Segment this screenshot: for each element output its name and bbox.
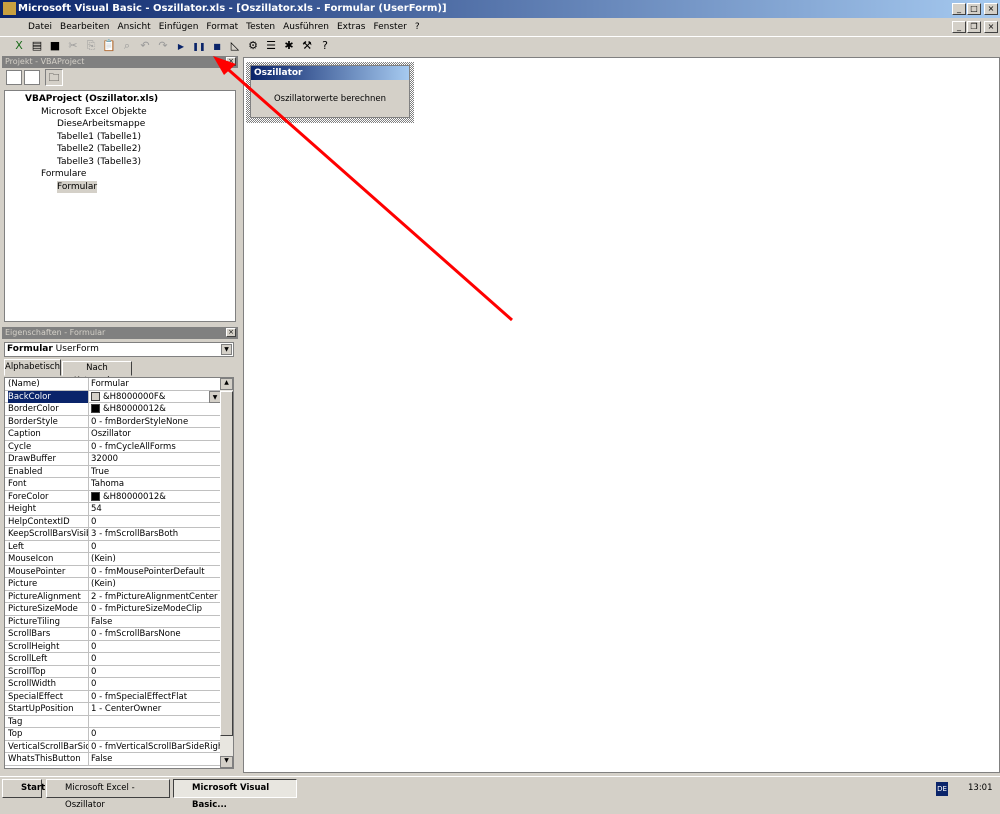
- tab-alphabetisch[interactable]: Alphabetisch: [4, 359, 61, 376]
- taskbar-excel[interactable]: Microsoft Excel - Oszillator: [46, 779, 170, 810]
- red-arrow-annotation: [213, 56, 513, 322]
- start-button[interactable]: Start: [2, 779, 45, 798]
- taskbar-vb[interactable]: Microsoft Visual Basic...: [173, 779, 297, 810]
- arrow-shaft: [221, 62, 513, 322]
- clock: 13:01: [968, 783, 993, 793]
- language-indicator[interactable]: DE: [936, 782, 948, 796]
